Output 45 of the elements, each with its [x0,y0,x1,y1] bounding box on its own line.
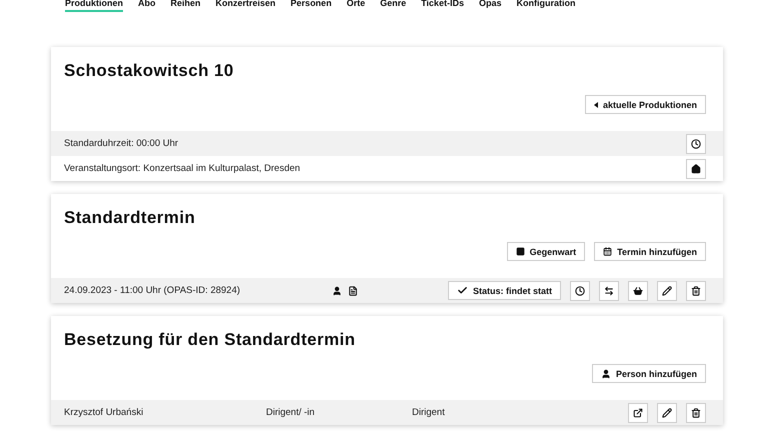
calendar-icon [603,247,612,256]
basket-button[interactable] [628,280,648,300]
caret-icon [594,102,598,108]
nav-tab[interactable]: Genre [380,0,406,12]
pencil-icon [662,286,672,296]
add-person-button[interactable]: Person hinzufügen [592,364,706,383]
time-button[interactable] [570,280,590,300]
nav-tab[interactable]: Opas [478,0,502,12]
clock-icon [575,286,585,296]
back-button[interactable]: aktuelle Produktionen [584,95,706,114]
role-text: Dirigent/ -in [266,407,316,418]
edit-button[interactable] [657,280,677,300]
status-button[interactable]: Status: findet statt [448,281,561,300]
production-title: Schostakowitsch 10 [63,60,235,82]
external-link-icon [633,408,643,418]
person-icon [332,286,342,296]
person-name: Krzysztof Urbański [64,407,144,418]
info-text: Standarduhrzeit: 00:00 Uhr [64,138,178,149]
pencil-icon [662,408,672,418]
time-button[interactable] [686,134,706,154]
swap-icon [604,286,614,296]
trash-icon [691,408,701,418]
edit-button[interactable] [657,402,677,422]
function-text: Dirigent [412,407,445,418]
info-text: Veranstaltungsort: Konzertsaal im Kulturpalast, Dresden [64,163,300,174]
add-date-button[interactable]: Termin hinzufügen [594,242,706,261]
trash-icon [691,286,701,296]
date-text: 24.09.2023 - 11:00 Uhr (OPAS-ID: 28924) [64,285,242,296]
delete-button[interactable] [686,280,706,300]
open-button[interactable] [628,402,648,422]
move-button[interactable] [599,280,619,300]
basket-icon [633,286,643,296]
person-icon [601,368,611,378]
delete-button[interactable] [686,402,706,422]
document-icon [348,286,358,296]
venue-button[interactable] [686,158,706,178]
nav-tab[interactable]: Personen [290,0,332,12]
section-title: Besetzung für den Standardtermin [63,329,356,351]
home-icon [691,164,701,174]
clock-icon [691,138,701,148]
square-icon [516,247,525,256]
check-icon [456,285,468,296]
present-button[interactable]: Gegenwart [506,242,586,261]
section-title: Standardtermin [63,207,196,229]
nav-tab[interactable]: Orte [346,0,366,12]
